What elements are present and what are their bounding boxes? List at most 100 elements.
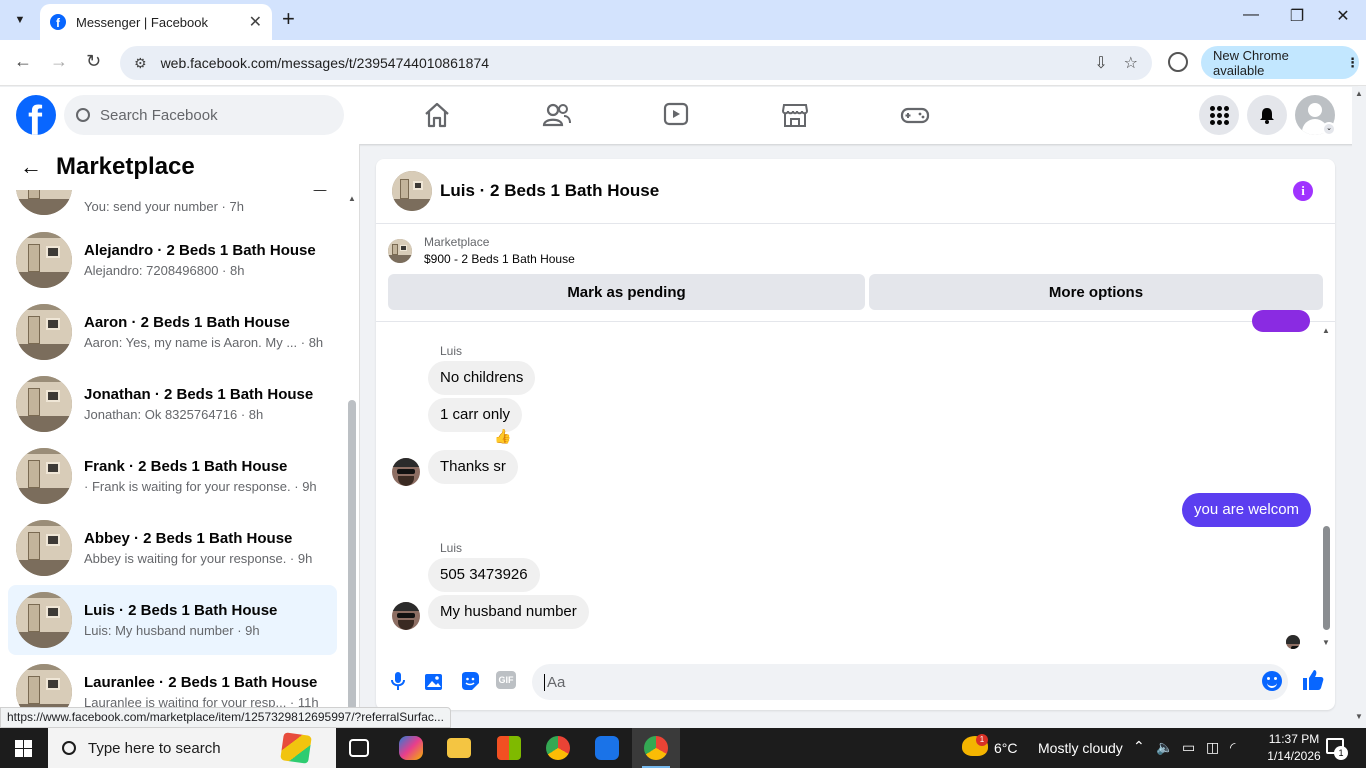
account-caret-icon[interactable]: ⌄ bbox=[1322, 122, 1336, 136]
message-thread: Luis No childrens 1 carr only 👍 Thanks s… bbox=[376, 310, 1335, 654]
facebook-search[interactable] bbox=[64, 95, 344, 135]
tab-search-dropdown-icon[interactable]: ▼ bbox=[8, 8, 32, 32]
install-app-icon[interactable]: ⇩ bbox=[1094, 53, 1107, 73]
chrome-profile-icon[interactable] bbox=[546, 736, 570, 760]
chrome-menu-icon[interactable]: ⋮ bbox=[1346, 55, 1359, 71]
weather-temp[interactable]: 6°C bbox=[994, 740, 1018, 756]
weather-description[interactable]: Mostly cloudy bbox=[1038, 740, 1123, 756]
gif-icon[interactable]: GIF bbox=[496, 671, 516, 689]
battery-icon[interactable]: ▭ bbox=[1182, 739, 1195, 756]
chat-header: Luis · 2 Beds 1 Bath House i bbox=[376, 159, 1335, 224]
minimize-icon[interactable]: — bbox=[1228, 6, 1274, 24]
listing-thumbnail bbox=[16, 520, 72, 576]
back-arrow-icon[interactable]: ← bbox=[20, 154, 42, 180]
info-icon[interactable]: i bbox=[1293, 181, 1313, 201]
restore-icon[interactable]: ❐ bbox=[1274, 6, 1320, 26]
back-icon[interactable]: ← bbox=[14, 51, 32, 72]
new-chrome-available-button[interactable]: New Chrome available ⋮ bbox=[1201, 46, 1359, 79]
thumbs-up-send-icon[interactable] bbox=[1302, 669, 1324, 697]
facebook-logo-icon[interactable]: f bbox=[16, 95, 56, 135]
sender-avatar[interactable] bbox=[392, 458, 420, 486]
conversation-item[interactable]: Abbey · 2 Beds 1 Bath House Abbey is wait… bbox=[8, 513, 337, 583]
address-bar[interactable]: ⚙ web.facebook.com/messages/t/2395474401… bbox=[120, 46, 1152, 80]
taskbar-search-placeholder: Type here to search bbox=[88, 739, 221, 757]
seen-indicator-avatar bbox=[1286, 635, 1300, 649]
conversation-name: Aaron · 2 Beds 1 Bath House bbox=[84, 314, 290, 331]
conversation-item[interactable]: Jonathan · 2 Beds 1 Bath House Jonathan: … bbox=[8, 369, 337, 439]
friends-icon[interactable] bbox=[542, 101, 572, 129]
microphone-icon[interactable] bbox=[388, 671, 408, 691]
scroll-down-icon[interactable]: ▼ bbox=[1355, 712, 1363, 721]
file-explorer-icon[interactable] bbox=[447, 738, 471, 758]
show-hidden-icons-icon[interactable]: ⌃ bbox=[1133, 738, 1145, 755]
security-app-icon[interactable] bbox=[595, 736, 619, 760]
forward-icon[interactable]: → bbox=[50, 51, 68, 72]
reaction-thumbs-up[interactable]: 👍 bbox=[494, 428, 511, 445]
conversation-name: Jonathan · 2 Beds 1 Bath House bbox=[84, 386, 314, 403]
message-bubble[interactable]: 505 3473926 bbox=[428, 558, 540, 592]
chat-title[interactable]: Luis · 2 Beds 1 Bath House bbox=[440, 181, 659, 201]
scroll-up-icon[interactable]: ▲ bbox=[348, 194, 356, 203]
chat-listing-thumbnail[interactable] bbox=[392, 171, 432, 211]
taskbar-clock[interactable]: 11:37 PM 1/14/2026 bbox=[1256, 731, 1332, 765]
message-bubble[interactable]: 1 carr only bbox=[428, 398, 523, 432]
gaming-icon[interactable] bbox=[900, 101, 930, 129]
tab-close-icon[interactable]: ✕ bbox=[249, 12, 262, 32]
wifi-icon[interactable]: ◜ bbox=[1230, 739, 1235, 756]
emoji-icon[interactable] bbox=[1262, 671, 1282, 691]
menu-grid-icon[interactable] bbox=[1199, 95, 1239, 135]
scroll-up-icon[interactable]: ▲ bbox=[1322, 326, 1330, 335]
my-message-bubble[interactable]: you are welcom bbox=[1182, 493, 1312, 527]
mark-as-pending-button[interactable]: Mark as pending bbox=[388, 274, 865, 310]
sender-avatar[interactable] bbox=[392, 602, 420, 630]
message-input[interactable] bbox=[544, 673, 1244, 691]
conversation-list-scrollbar[interactable]: ▲ bbox=[346, 190, 359, 707]
url-text[interactable]: web.facebook.com/messages/t/239547440108… bbox=[161, 55, 1079, 71]
conversation-preview: Luis: My husband number · 9h bbox=[84, 623, 260, 638]
message-bubble[interactable]: Thanks sr bbox=[428, 450, 518, 484]
scroll-up-icon[interactable]: ▲ bbox=[1355, 89, 1363, 98]
search-icon bbox=[76, 108, 90, 122]
facebook-search-input[interactable] bbox=[100, 106, 320, 124]
conversation-item[interactable]: Alejandro · 2 Beds 1 Bath House Alejandro… bbox=[8, 225, 337, 295]
marketplace-icon[interactable] bbox=[780, 101, 810, 129]
conversation-preview: You: send your number · 7h bbox=[84, 198, 244, 214]
video-icon[interactable] bbox=[661, 101, 691, 129]
profile-icon[interactable] bbox=[1168, 52, 1188, 72]
new-tab-icon[interactable]: + bbox=[282, 8, 295, 30]
notifications-bell-icon[interactable] bbox=[1247, 95, 1287, 135]
scroll-down-icon[interactable]: ▼ bbox=[1322, 638, 1330, 647]
bookmark-star-icon[interactable]: ☆ bbox=[1124, 53, 1138, 73]
site-info-icon[interactable]: ⚙ bbox=[134, 55, 147, 72]
link-status-bar: https://www.facebook.com/marketplace/ite… bbox=[0, 707, 451, 728]
marketplace-label: Marketplace bbox=[424, 235, 490, 249]
listing-summary[interactable]: Marketplace $900 - 2 Beds 1 Bath House bbox=[388, 235, 575, 266]
chrome-icon[interactable] bbox=[644, 736, 668, 760]
browser-tab[interactable]: f Messenger | Facebook ✕ bbox=[40, 4, 272, 40]
page-scrollbar[interactable]: ▲ ▼ bbox=[1352, 87, 1366, 727]
network-adapter-icon[interactable]: ◫ bbox=[1206, 739, 1219, 756]
reload-icon[interactable]: ↻ bbox=[86, 51, 101, 72]
sticker-icon[interactable] bbox=[460, 671, 480, 691]
weather-badge: 1 bbox=[976, 734, 988, 746]
message-bubble[interactable]: No childrens bbox=[428, 361, 536, 395]
message-bubble[interactable]: My husband number bbox=[428, 595, 589, 629]
more-options-button[interactable]: More options bbox=[869, 274, 1323, 310]
copilot-icon[interactable] bbox=[399, 736, 423, 760]
conversation-item[interactable]: Frank · 2 Beds 1 Bath House · Frank is w… bbox=[8, 441, 337, 511]
microsoft-store-icon[interactable] bbox=[497, 736, 521, 760]
close-window-icon[interactable]: ✕ bbox=[1320, 6, 1366, 26]
thread-scrollbar[interactable]: ▲ ▼ bbox=[1320, 322, 1335, 654]
windows-start-icon[interactable] bbox=[15, 740, 32, 757]
task-view-icon[interactable] bbox=[349, 739, 369, 757]
home-icon[interactable] bbox=[422, 101, 452, 129]
conversation-item-active[interactable]: Luis · 2 Beds 1 Bath House Luis: My husba… bbox=[8, 585, 337, 655]
conversation-item[interactable]: Lauranlee · 2 Beds 1 Bath House Lauranlee… bbox=[8, 657, 337, 707]
photo-icon[interactable] bbox=[424, 671, 444, 691]
rubiks-cube-icon[interactable] bbox=[280, 732, 312, 764]
conversation-item[interactable]: Aaron · 2 Beds 1 Bath House Aaron: Yes, m… bbox=[8, 297, 337, 367]
browser-toolbar: ← → ↻ ⚙ web.facebook.com/messages/t/2395… bbox=[0, 40, 1366, 86]
listing-small-thumbnail bbox=[388, 238, 412, 263]
message-input-box[interactable] bbox=[532, 664, 1288, 700]
volume-icon[interactable]: 🔈 bbox=[1156, 739, 1173, 756]
